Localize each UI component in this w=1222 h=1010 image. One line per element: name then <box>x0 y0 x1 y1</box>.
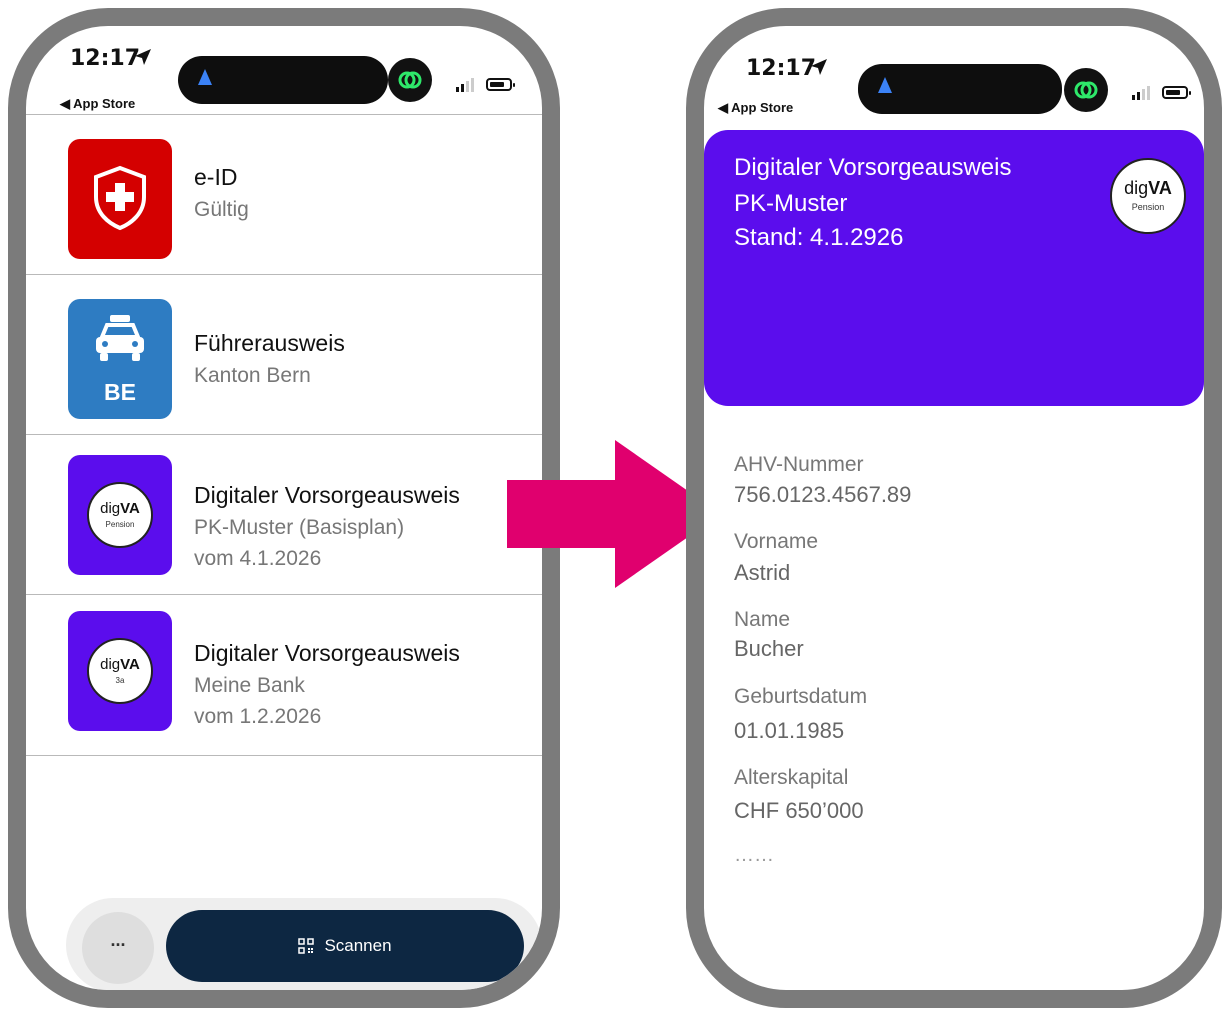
more-fields-ellipsis: …… <box>734 844 774 866</box>
bottom-action-bar: ... Scannen <box>66 898 542 990</box>
battery-icon <box>1162 86 1191 99</box>
field-value-ahv: 756.0123.4567.89 <box>734 482 912 507</box>
back-to-app-store[interactable]: ◀ App Store <box>718 100 793 116</box>
list-item-pension[interactable]: digVA Pension Digitaler Vorsorgeausweis … <box>26 434 542 595</box>
car-icon <box>96 315 144 361</box>
battery-icon <box>486 78 515 91</box>
item-subtitle: Meine Bank <box>194 674 305 697</box>
field-label-name: Name <box>734 608 791 631</box>
back-to-app-store[interactable]: ◀ App Store <box>60 96 135 112</box>
card-date: Stand: 4.1.2926 <box>734 224 904 251</box>
eid-app-icon <box>68 139 172 259</box>
list-item-bank[interactable]: digVA 3a Digitaler Vorsorgeausweis Meine… <box>26 594 542 756</box>
dynamic-island <box>858 64 1062 114</box>
link-icon <box>1064 68 1108 112</box>
dynamic-island <box>178 56 388 104</box>
status-bar: 12:17 ◀ App Store <box>26 26 542 126</box>
item-date: vom 1.2.2026 <box>194 705 322 728</box>
field-value-name: Bucher <box>734 636 804 661</box>
swiss-shield-icon <box>94 165 146 231</box>
phone-left: 12:17 ◀ App Store e-ID Gültig BE Führera… <box>8 8 560 1008</box>
item-subtitle: Gültig <box>194 198 249 221</box>
list-item-eid[interactable]: e-ID Gültig <box>26 114 542 275</box>
field-label-birthdate: Geburtsdatum <box>734 685 868 708</box>
license-app-icon: BE <box>68 299 172 419</box>
location-arrow-icon <box>810 58 828 81</box>
signal-icon <box>456 78 474 92</box>
field-label-capital: Alterskapital <box>734 766 849 789</box>
field-value-firstname: Astrid <box>734 560 791 585</box>
digva-pension-logo: digVA Pension <box>87 482 153 548</box>
field-value-birthdate: 01.01.1985 <box>734 718 845 743</box>
item-title: Digitaler Vorsorgeausweis <box>194 640 460 666</box>
item-title: e-ID <box>194 164 238 190</box>
status-time: 12:17 <box>746 56 817 81</box>
digva-pension-app-icon: digVA Pension <box>68 455 172 575</box>
field-value-capital: CHF 650’000 <box>734 798 864 823</box>
list-item-license[interactable]: BE Führerausweis Kanton Bern <box>26 274 542 435</box>
scan-button-label: Scannen <box>324 936 392 955</box>
location-arrow-icon <box>134 48 152 71</box>
link-icon <box>388 58 432 102</box>
field-label-firstname: Vorname <box>734 530 819 553</box>
qr-code-icon <box>298 938 315 954</box>
more-button[interactable]: ... <box>82 912 154 984</box>
navigation-arrow-icon <box>198 69 212 85</box>
phone-right: 12:17 ◀ App Store Digitaler Vorsorgeausw… <box>686 8 1222 1008</box>
scan-button[interactable]: Scannen <box>166 910 524 982</box>
digva-3a-logo: digVA 3a <box>87 638 153 704</box>
item-title: Führerausweis <box>194 330 345 356</box>
navigation-arrow-icon <box>878 77 892 93</box>
status-time: 12:17 <box>70 46 141 71</box>
item-date: vom 4.1.2026 <box>194 547 322 570</box>
digva-pension-logo: digVA Pension <box>1110 158 1186 234</box>
canton-code: BE <box>104 379 136 405</box>
field-label-ahv: AHV-Nummer <box>734 453 864 476</box>
digva-3a-app-icon: digVA 3a <box>68 611 172 731</box>
signal-icon <box>1132 86 1150 100</box>
item-subtitle: Kanton Bern <box>194 364 311 387</box>
card-title: Digitaler Vorsorgeausweis <box>734 154 1012 181</box>
status-bar: 12:17 ◀ App Store <box>704 26 1204 126</box>
item-subtitle: PK-Muster (Basisplan) <box>194 516 405 539</box>
card-provider: PK-Muster <box>734 190 848 217</box>
item-title: Digitaler Vorsorgeausweis <box>194 482 460 508</box>
pension-card: Digitaler Vorsorgeausweis PK-Muster Stan… <box>704 130 1204 406</box>
